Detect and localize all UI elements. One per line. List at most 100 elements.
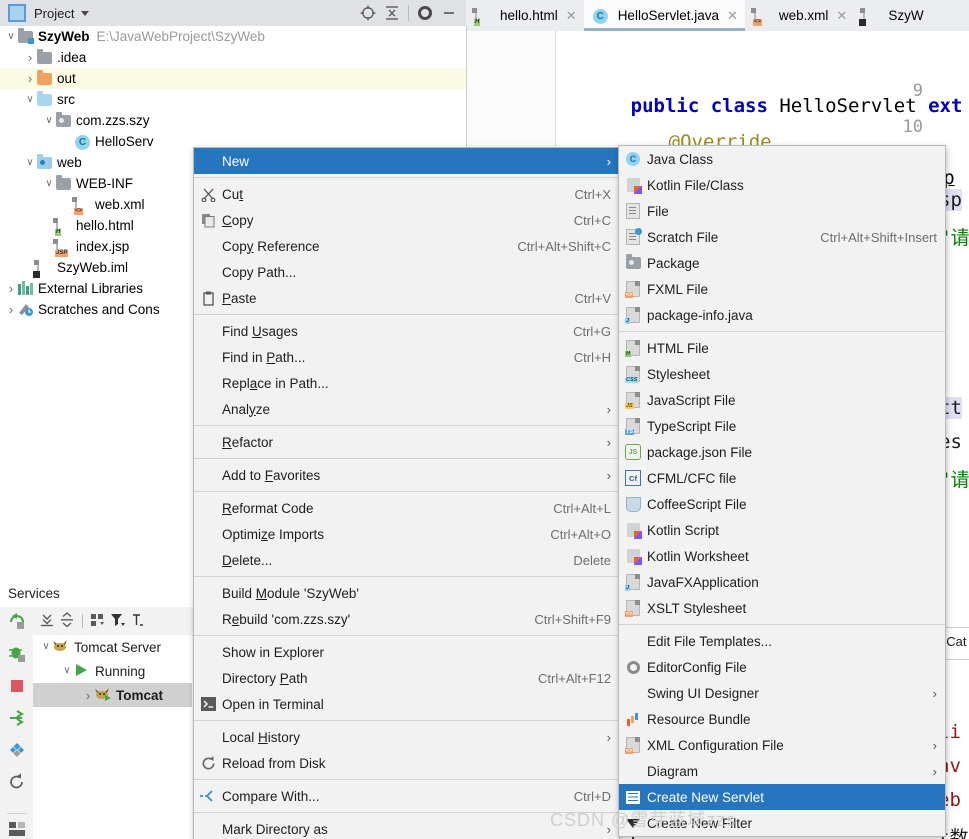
menu-item[interactable]: Find in Path... Ctrl+H: [194, 344, 619, 370]
scissors-icon: [194, 181, 222, 207]
project-tree-row[interactable]: ∨ SzyWeb E:\JavaWebProject\SzyWeb: [0, 26, 466, 47]
layout-icon[interactable]: [6, 813, 27, 836]
chevron-down-icon[interactable]: ∨: [39, 637, 53, 658]
menu-item[interactable]: <> XML Configuration File ›: [619, 732, 945, 758]
close-icon[interactable]: ✕: [566, 8, 577, 24]
chevron-down-icon[interactable]: ∨: [60, 661, 74, 682]
gear-icon[interactable]: [414, 2, 436, 24]
menu-item[interactable]: Swing UI Designer ›: [619, 680, 945, 706]
settings-icon[interactable]: [130, 612, 146, 631]
project-tree-label: hello.html: [76, 218, 134, 233]
menu-item[interactable]: Paste Ctrl+V: [194, 285, 619, 311]
menu-icon-slot: [194, 462, 222, 488]
close-icon[interactable]: ✕: [836, 8, 847, 24]
menu-item-label: Copy Path...: [222, 264, 297, 280]
services-tree-row[interactable]: ∨ Tomcat Server: [33, 635, 192, 659]
menu-item[interactable]: Resource Bundle: [619, 706, 945, 732]
group-icon[interactable]: [90, 612, 106, 631]
menu-item[interactable]: Add to Favorites ›: [194, 462, 619, 488]
menu-item[interactable]: Reformat Code Ctrl+Alt+L: [194, 495, 619, 521]
locate-icon[interactable]: [357, 2, 379, 24]
collapse-all-icon[interactable]: [59, 611, 75, 631]
menu-item[interactable]: Kotlin Script: [619, 517, 945, 543]
chevron-down-icon[interactable]: ∨: [42, 110, 56, 131]
menu-separator: [619, 331, 945, 332]
menu-item[interactable]: Jpackage-info.java: [619, 302, 945, 328]
menu-item[interactable]: Kotlin Worksheet: [619, 543, 945, 569]
menu-item[interactable]: New ›: [194, 148, 619, 174]
menu-item[interactable]: H HTML File: [619, 335, 945, 361]
chevron-right-icon[interactable]: ›: [23, 47, 37, 68]
expand-all-icon[interactable]: [39, 612, 55, 631]
menu-item[interactable]: EditorConfig File: [619, 654, 945, 680]
menu-item[interactable]: <> XSLT Stylesheet: [619, 595, 945, 621]
menu-item[interactable]: Show in Explorer: [194, 639, 619, 665]
project-tree-row[interactable]: › out: [0, 68, 466, 89]
chevron-down-icon[interactable]: [81, 10, 90, 16]
menu-item[interactable]: Local History ›: [194, 724, 619, 750]
editor-tab[interactable]: SzyW: [854, 0, 930, 31]
filter-icon[interactable]: [110, 612, 126, 631]
rerun-icon[interactable]: [8, 613, 26, 634]
menu-item[interactable]: File: [619, 198, 945, 224]
chevron-right-icon[interactable]: ›: [81, 685, 95, 706]
menu-item[interactable]: Cut Ctrl+X: [194, 181, 619, 207]
menu-item[interactable]: Copy Ctrl+C: [194, 207, 619, 233]
menu-item[interactable]: J JavaFXApplication: [619, 569, 945, 595]
menu-item-label: package-info.java: [647, 307, 753, 323]
menu-item[interactable]: JS package.json File: [619, 439, 945, 465]
context-menu[interactable]: New › Cut Ctrl+X Copy Ctrl+C Copy Reference Ctr…: [193, 147, 620, 839]
project-tree-row[interactable]: ∨ src: [0, 89, 466, 110]
editor-tab[interactable]: <> web.xml ✕: [745, 0, 854, 31]
menu-item[interactable]: Delete... Delete: [194, 547, 619, 573]
menu-item[interactable]: Open in Terminal: [194, 691, 619, 717]
refresh-icon[interactable]: [8, 773, 26, 794]
menu-item[interactable]: Diagram ›: [619, 758, 945, 784]
stop-icon[interactable]: [8, 677, 26, 698]
menu-item[interactable]: Replace in Path...: [194, 370, 619, 396]
services-tree[interactable]: ∨ Tomcat Server ∨ Running › Tomcat: [33, 635, 192, 839]
menu-item[interactable]: JS JavaScript File: [619, 387, 945, 413]
chevron-down-icon[interactable]: ∨: [42, 173, 56, 194]
menu-item[interactable]: Reload from Disk: [194, 750, 619, 776]
menu-item[interactable]: Cf CFML/CFC file: [619, 465, 945, 491]
menu-item[interactable]: Scratch File Ctrl+Alt+Shift+Insert: [619, 224, 945, 250]
deploy-icon[interactable]: [8, 709, 26, 730]
services-tree-row[interactable]: ∨ Running: [33, 659, 192, 683]
menu-item[interactable]: Package: [619, 250, 945, 276]
project-tree-row[interactable]: › .idea: [0, 47, 466, 68]
project-tree-row[interactable]: ∨ com.zzs.szy: [0, 110, 466, 131]
connect-icon[interactable]: [8, 741, 26, 762]
menu-item[interactable]: Build Module 'SzyWeb': [194, 580, 619, 606]
menu-item[interactable]: Kotlin File/Class: [619, 172, 945, 198]
menu-item[interactable]: Copy Reference Ctrl+Alt+Shift+C: [194, 233, 619, 259]
menu-item[interactable]: Optimize Imports Ctrl+Alt+O: [194, 521, 619, 547]
chevron-right-icon[interactable]: ›: [23, 68, 37, 89]
menu-item[interactable]: Edit File Templates...: [619, 628, 945, 654]
collapse-all-icon[interactable]: [381, 2, 403, 24]
chevron-right-icon[interactable]: ›: [4, 299, 18, 320]
menu-item[interactable]: Rebuild 'com.zzs.szy' Ctrl+Shift+F9: [194, 606, 619, 632]
menu-item[interactable]: Directory Path Ctrl+Alt+F12: [194, 665, 619, 691]
chevron-right-icon[interactable]: ›: [4, 278, 18, 299]
menu-item[interactable]: Copy Path...: [194, 259, 619, 285]
debug-icon[interactable]: [8, 645, 26, 666]
menu-item[interactable]: CSS Stylesheet: [619, 361, 945, 387]
menu-item[interactable]: Find Usages Ctrl+G: [194, 318, 619, 344]
menu-item[interactable]: TS TypeScript File: [619, 413, 945, 439]
close-icon[interactable]: ✕: [727, 8, 738, 24]
editor-tab[interactable]: Hhello.html ✕: [466, 0, 584, 31]
menu-item[interactable]: <> FXML File: [619, 276, 945, 302]
services-tree-row[interactable]: › Tomcat: [33, 683, 192, 707]
editor-tab[interactable]: C HelloServlet.java ✕: [583, 0, 746, 31]
minimize-icon[interactable]: [438, 2, 460, 24]
menu-item[interactable]: C Java Class: [619, 146, 945, 172]
chevron-down-icon[interactable]: ∨: [4, 26, 18, 47]
chevron-down-icon[interactable]: ∨: [23, 152, 37, 173]
menu-item[interactable]: Analyze ›: [194, 396, 619, 422]
menu-item[interactable]: CoffeeScript File: [619, 491, 945, 517]
menu-item[interactable]: Refactor ›: [194, 429, 619, 455]
project-tree-label: WEB-INF: [76, 176, 133, 191]
chevron-down-icon[interactable]: ∨: [23, 89, 37, 110]
new-submenu[interactable]: C Java Class Kotlin File/Class File Scratch …: [618, 145, 946, 839]
